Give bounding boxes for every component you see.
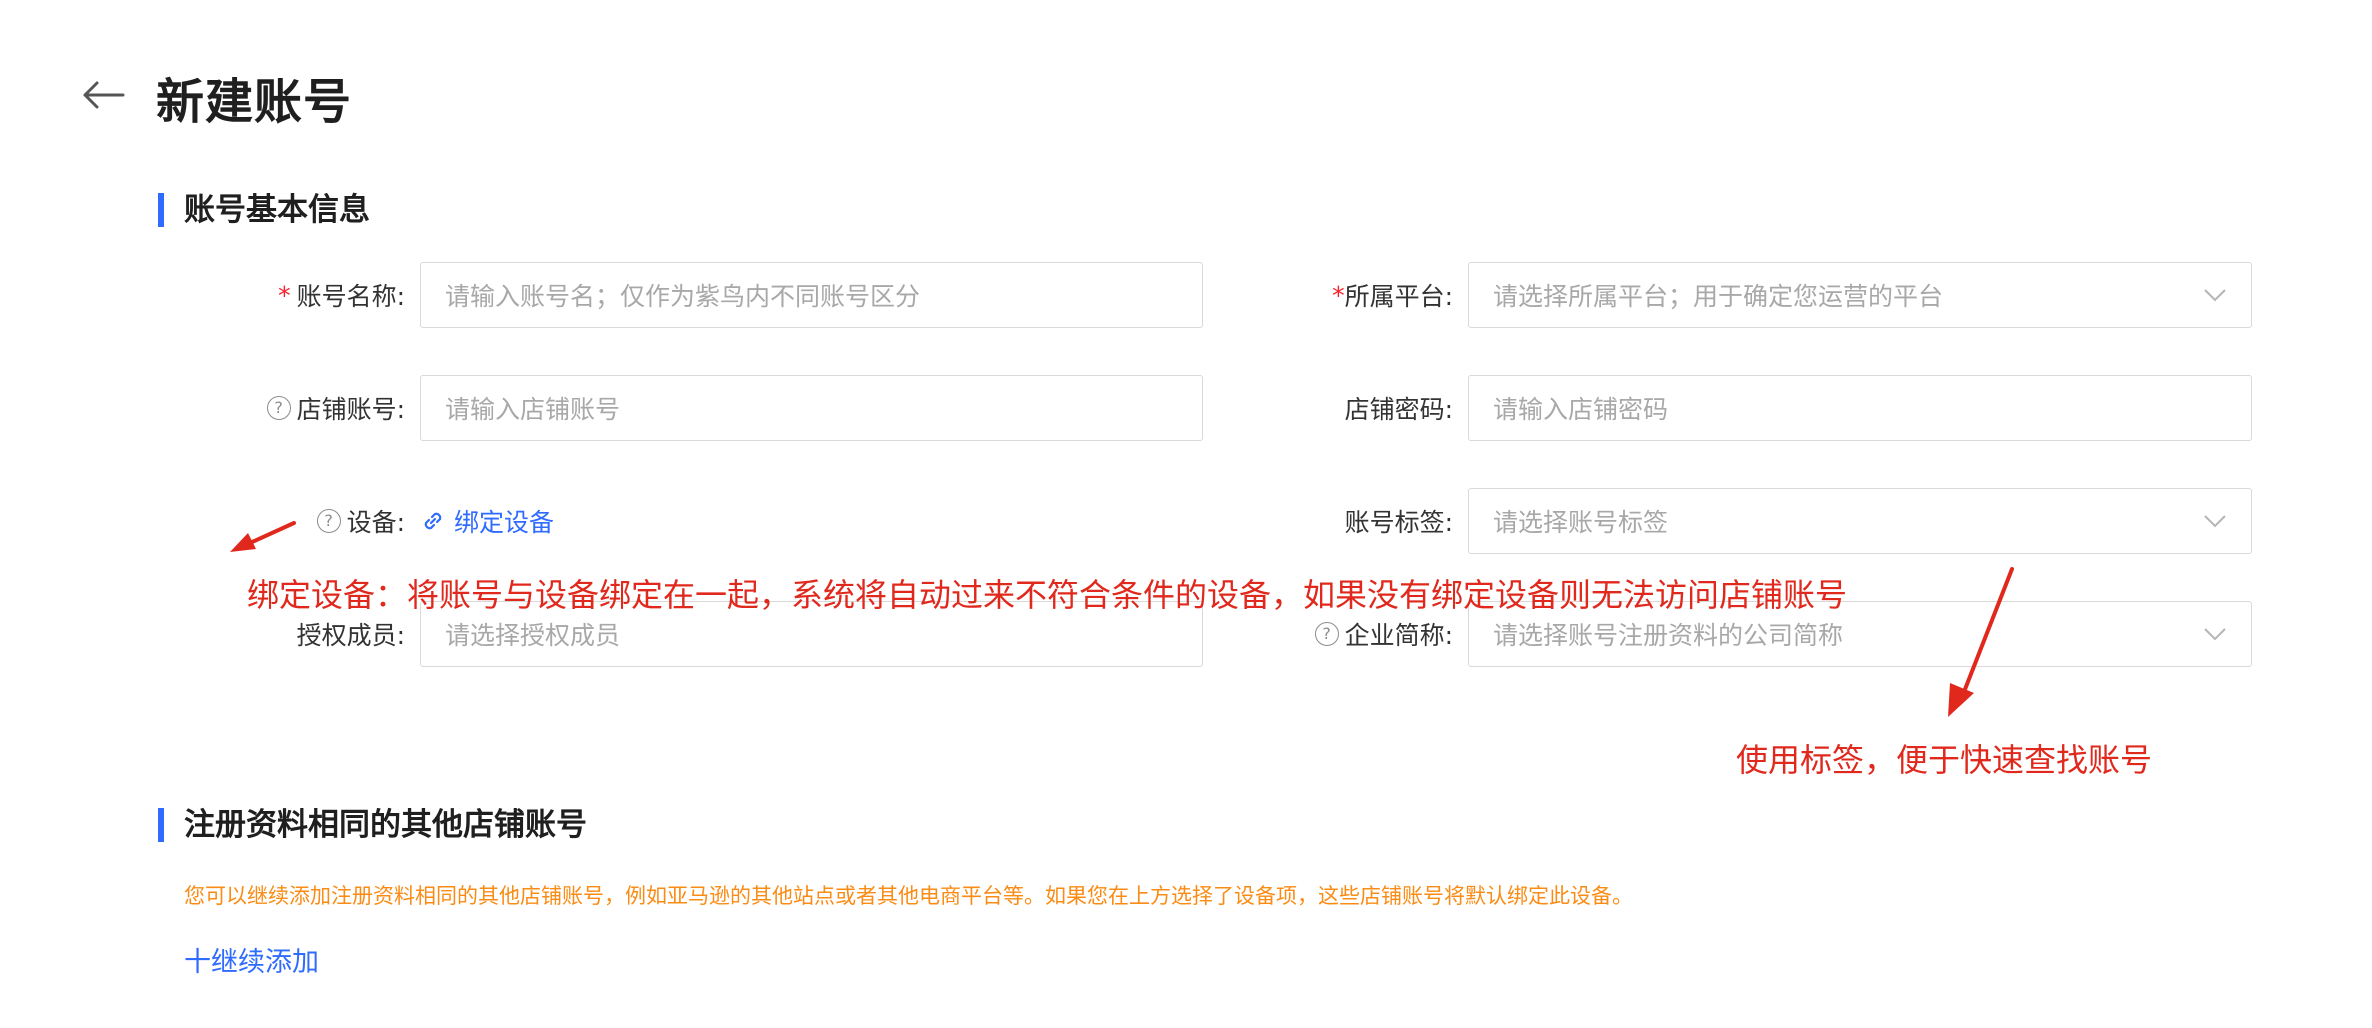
tags-label-text: 账号标签: — [1344, 508, 1453, 537]
continue-add-button[interactable]: 十继续添加 — [184, 940, 319, 979]
store-account-label: ? 店铺账号: — [180, 375, 405, 441]
store-password-input[interactable]: 请输入店铺密码 — [1468, 375, 2252, 441]
bind-device-link[interactable]: 绑定设备 — [420, 488, 554, 554]
page-title: 新建账号 — [156, 74, 353, 130]
help-circle-icon[interactable]: ? — [316, 509, 341, 533]
chevron-down-icon — [2204, 289, 2226, 302]
section-title-basic: 账号基本信息 — [158, 193, 370, 227]
tags-placeholder: 请选择账号标签 — [1493, 508, 1669, 537]
chevron-down-icon — [2204, 515, 2226, 528]
account-name-label-text: 账号名称: — [296, 282, 405, 311]
platform-placeholder: 请选择所属平台；用于确定您运营的平台 — [1493, 282, 1944, 311]
store-account-label-text: 店铺账号: — [296, 395, 405, 424]
required-mark: * — [278, 280, 291, 310]
company-label-text: 企业简称: — [1344, 621, 1453, 650]
help-circle-icon[interactable]: ? — [266, 396, 291, 420]
account-name-input[interactable]: 请输入账号名；仅作为紫鸟内不同账号区分 — [420, 262, 1203, 328]
store-password-label-text: 店铺密码: — [1344, 395, 1453, 424]
section-title-others: 注册资料相同的其他店铺账号 — [158, 808, 587, 842]
others-tip: 您可以继续添加注册资料相同的其他店铺账号，例如亚马逊的其他站点或者其他电商平台等… — [184, 884, 1633, 908]
platform-label-text: 所属平台: — [1344, 282, 1453, 311]
arrow-left-icon — [83, 81, 125, 109]
back-button[interactable] — [80, 72, 126, 118]
store-password-label: 店铺密码: — [1240, 375, 1453, 441]
annotation-arrow-icon — [1948, 567, 2014, 717]
device-annotation: 绑定设备：将账号与设备绑定在一起，系统将自动过来不符合条件的设备，如果没有绑定设… — [247, 576, 1848, 614]
members-placeholder: 请选择授权成员 — [445, 621, 621, 650]
company-placeholder: 请选择账号注册资料的公司简称 — [1493, 621, 1844, 650]
store-account-input[interactable]: 请输入店铺账号 — [420, 375, 1203, 441]
bind-device-link-text: 绑定设备 — [454, 508, 555, 537]
store-account-placeholder: 请输入店铺账号 — [445, 395, 621, 424]
help-circle-icon[interactable]: ? — [1314, 622, 1339, 646]
account-name-label: * 账号名称: — [180, 262, 405, 328]
tag-annotation: 使用标签，便于快速查找账号 — [1736, 741, 2153, 779]
account-name-placeholder: 请输入账号名；仅作为紫鸟内不同账号区分 — [445, 282, 921, 311]
chevron-down-icon — [2204, 628, 2226, 641]
tags-label: 账号标签: — [1240, 488, 1453, 554]
platform-select[interactable]: 请选择所属平台；用于确定您运营的平台 — [1468, 262, 2252, 328]
required-mark: * — [1332, 280, 1345, 310]
link-icon — [424, 512, 442, 530]
annotation-arrow-icon — [230, 521, 296, 552]
store-password-placeholder: 请输入店铺密码 — [1493, 395, 1669, 424]
tags-select[interactable]: 请选择账号标签 — [1468, 488, 2252, 554]
device-label-text: 设备: — [346, 508, 405, 537]
platform-label: * 所属平台: — [1240, 262, 1453, 328]
members-label-text: 授权成员: — [296, 621, 405, 650]
